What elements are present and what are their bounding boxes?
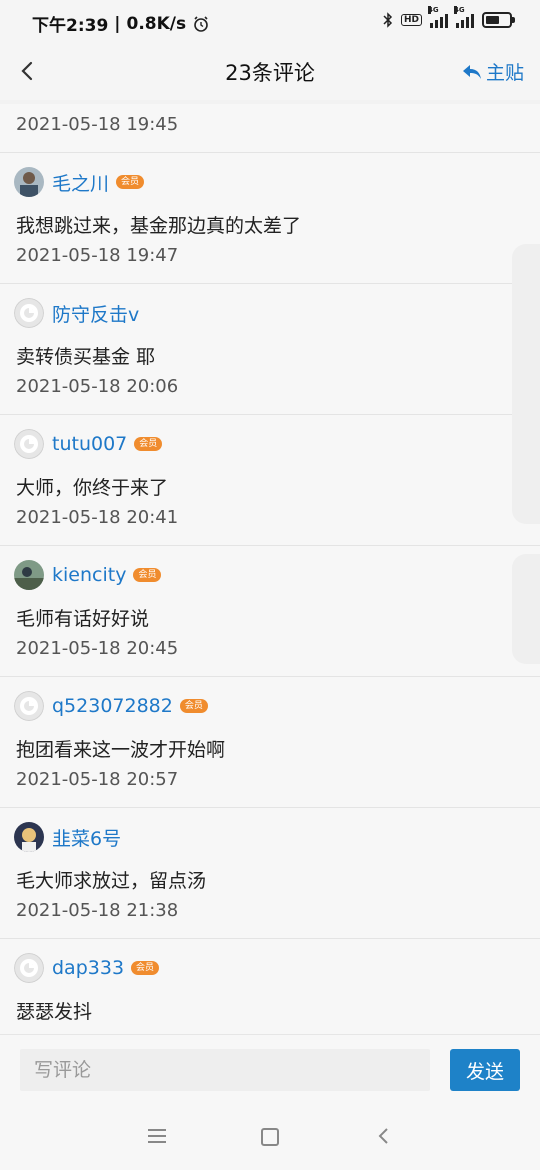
status-time: 下午2:39 bbox=[32, 16, 109, 36]
comment-list[interactable]: 2021-05-18 19:45 毛之川 会员 我想跳过来，基金那边真的太差了 … bbox=[0, 104, 540, 1034]
comment-text: 我想跳过来，基金那边真的太差了 bbox=[16, 215, 302, 237]
comment-time: 2021-05-18 20:57 bbox=[16, 769, 179, 790]
signal-icon: 4G bbox=[428, 6, 448, 28]
status-bar: 下午2:39 | 0.8K/s HD 4G 4G bbox=[0, 0, 540, 44]
username[interactable]: 防守反击v bbox=[52, 300, 139, 327]
vip-badge: 会员 bbox=[133, 568, 162, 582]
status-separator: | bbox=[114, 13, 121, 34]
partial-comment: 2021-05-18 19:45 bbox=[0, 104, 540, 153]
send-button[interactable]: 发送 bbox=[450, 1049, 520, 1091]
default-avatar-icon[interactable] bbox=[14, 429, 44, 459]
hd-icon: HD bbox=[400, 14, 422, 26]
avatar[interactable] bbox=[14, 822, 44, 852]
page-title: 23条评论 bbox=[225, 61, 315, 85]
comment-text: 毛师有话好好说 bbox=[16, 608, 150, 630]
vip-badge: 会员 bbox=[179, 699, 208, 713]
vip-badge: 会员 bbox=[131, 961, 160, 975]
status-left: 下午2:39 | 0.8K/s bbox=[32, 11, 210, 36]
network-type-label: 4G bbox=[428, 6, 439, 14]
bluetooth-icon bbox=[383, 12, 393, 28]
username[interactable]: dap333 bbox=[52, 957, 124, 979]
status-right: HD 4G 4G bbox=[383, 6, 515, 28]
comment-item[interactable]: q523072882 会员 抱团看来这一波才开始啊 2021-05-18 20:… bbox=[0, 677, 540, 808]
main-post-label: 主贴 bbox=[485, 62, 524, 84]
comment-text: 瑟瑟发抖 bbox=[16, 1001, 93, 1023]
default-avatar-icon[interactable] bbox=[14, 953, 44, 983]
avatar[interactable] bbox=[14, 167, 44, 197]
default-avatar-icon[interactable] bbox=[14, 691, 44, 721]
vip-badge: 会员 bbox=[116, 175, 145, 189]
comment-item[interactable]: kiencity 会员 毛师有话好好说 2021-05-18 20:45 bbox=[0, 546, 540, 677]
comment-text: 毛大师求放过，留点汤 bbox=[16, 870, 207, 892]
system-nav-bar bbox=[0, 1106, 540, 1170]
app-header: 23条评论 主贴 bbox=[0, 44, 540, 100]
comment-item[interactable]: 防守反击v 卖转债买基金 耶 2021-05-18 20:06 bbox=[0, 284, 540, 415]
comment-time: 2021-05-18 19:47 bbox=[16, 245, 179, 266]
floating-panel-edge-2 bbox=[512, 554, 540, 664]
comment-item[interactable]: dap333 会员 瑟瑟发抖 bbox=[0, 939, 540, 1034]
username[interactable]: q523072882 bbox=[52, 695, 173, 717]
comment-text: 抱团看来这一波才开始啊 bbox=[16, 739, 226, 761]
home-icon[interactable] bbox=[261, 1128, 279, 1146]
comment-composer: 发送 bbox=[0, 1034, 540, 1107]
comment-time: 2021-05-18 20:41 bbox=[16, 507, 179, 528]
battery-icon bbox=[482, 12, 515, 28]
username[interactable]: tutu007 bbox=[52, 433, 127, 455]
comment-item[interactable]: 毛之川 会员 我想跳过来，基金那边真的太差了 2021-05-18 19:47 bbox=[0, 153, 540, 284]
default-avatar-icon[interactable] bbox=[14, 298, 44, 328]
comment-text: 卖转债买基金 耶 bbox=[16, 346, 156, 368]
avatar[interactable] bbox=[14, 560, 44, 590]
username[interactable]: 毛之川 bbox=[52, 169, 109, 196]
nav-back-icon[interactable] bbox=[377, 1126, 391, 1146]
comment-time: 2021-05-18 19:45 bbox=[16, 114, 179, 135]
main-post-button[interactable]: 主贴 bbox=[461, 58, 524, 85]
comment-input[interactable] bbox=[20, 1049, 430, 1091]
comment-item[interactable]: tutu007 会员 大师，你终于来了 2021-05-18 20:41 bbox=[0, 415, 540, 546]
network-type-label-2: 4G bbox=[454, 6, 465, 14]
floating-panel-edge bbox=[512, 244, 540, 524]
comment-time: 2021-05-18 20:06 bbox=[16, 376, 179, 397]
reply-icon bbox=[462, 64, 481, 79]
comment-item[interactable]: 韭菜6号 毛大师求放过，留点汤 2021-05-18 21:38 bbox=[0, 808, 540, 939]
vip-badge: 会员 bbox=[134, 437, 163, 451]
username[interactable]: kiencity bbox=[52, 564, 126, 586]
comment-time: 2021-05-18 20:45 bbox=[16, 638, 179, 659]
comment-text: 大师，你终于来了 bbox=[16, 477, 169, 499]
menu-icon[interactable] bbox=[148, 1129, 166, 1147]
username[interactable]: 韭菜6号 bbox=[52, 824, 121, 851]
status-speed: 0.8K/s bbox=[126, 13, 187, 34]
alarm-icon bbox=[194, 15, 208, 32]
comment-time: 2021-05-18 21:38 bbox=[16, 900, 179, 921]
signal-icon-2: 4G bbox=[454, 6, 474, 28]
